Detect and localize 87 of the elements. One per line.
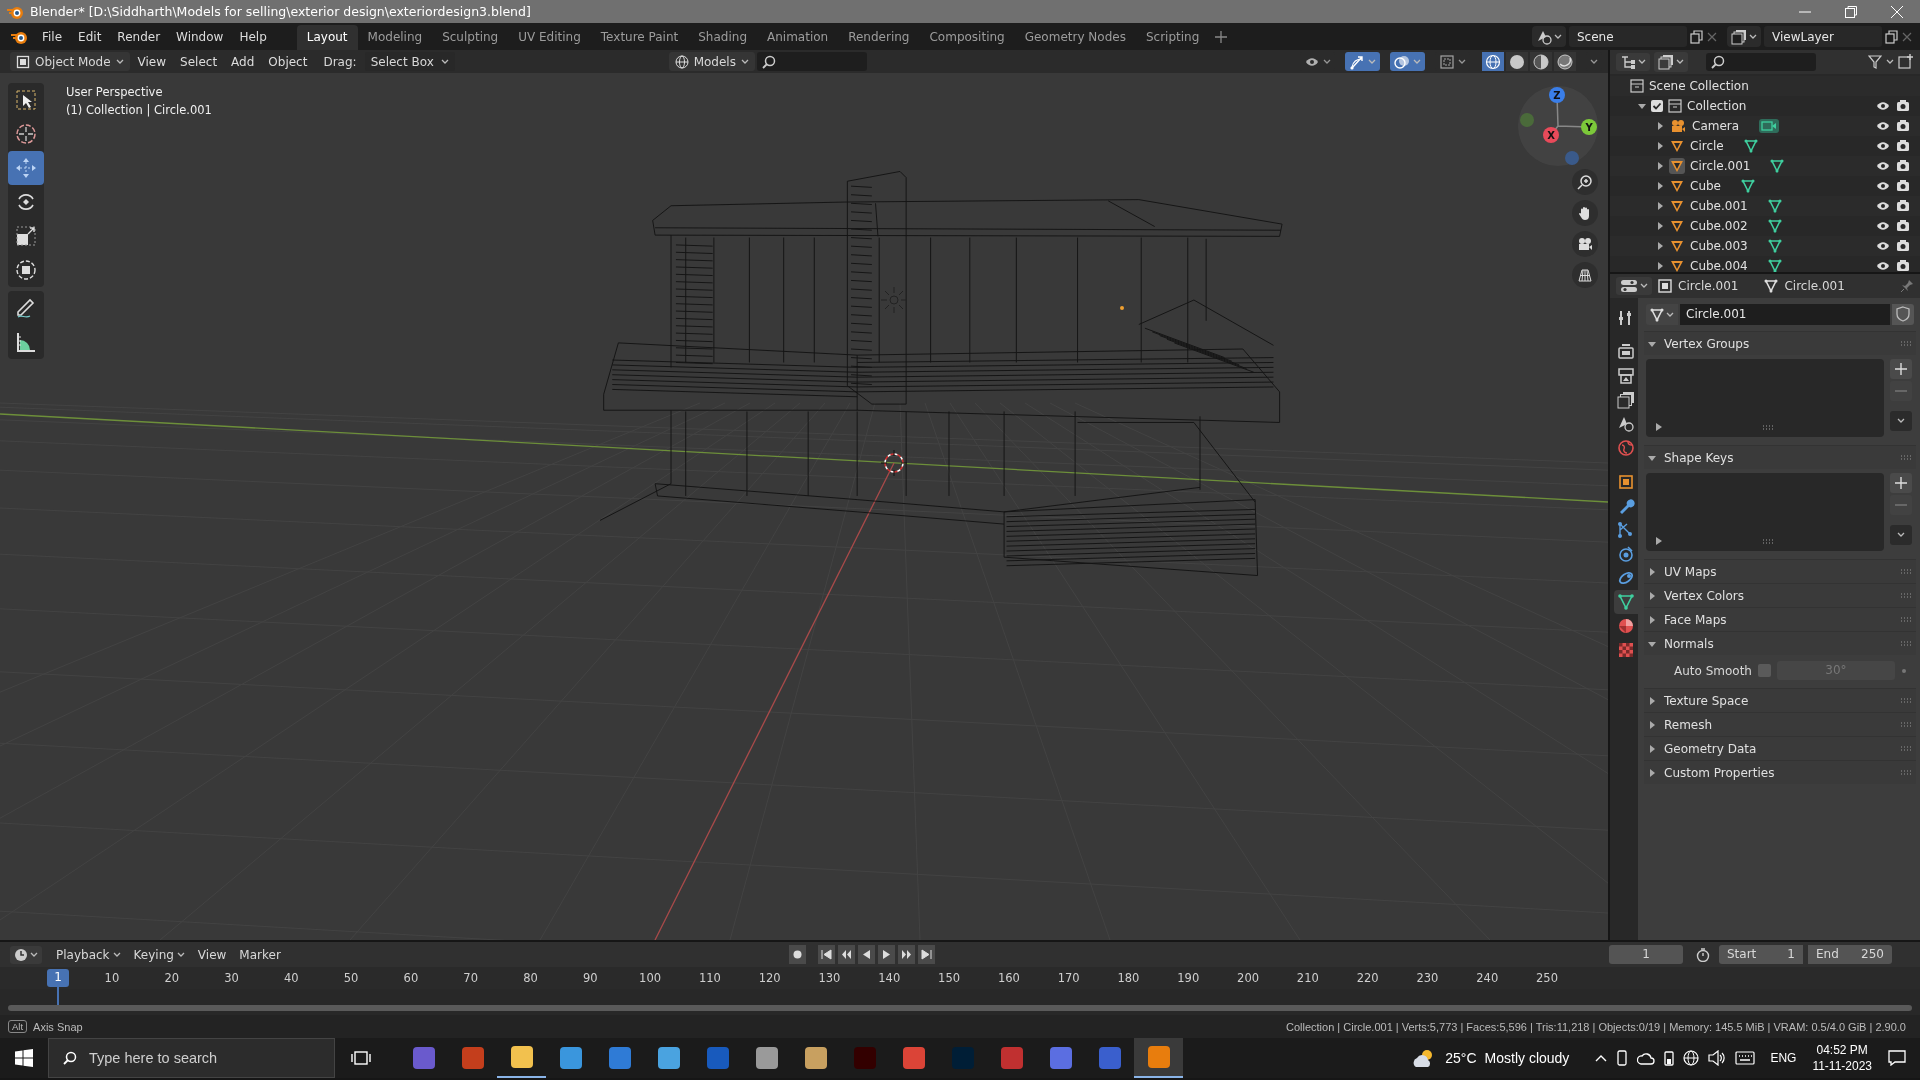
frame-number: 190 [1176,971,1201,985]
playhead[interactable]: 1 [47,969,69,987]
menu-item[interactable]: Window [168,26,232,47]
frame-number: 10 [103,971,121,985]
drag-dropdown[interactable]: Select Box [364,52,455,71]
object-name: Circle.001 [1678,279,1739,293]
current-frame-field[interactable]: 1 [1609,945,1683,964]
frame-number: 160 [996,971,1021,985]
language-indicator[interactable]: ENG [1770,1051,1797,1065]
y-axis-handle[interactable]: Y [1581,119,1597,135]
workspace-tab[interactable]: Modeling [357,25,433,50]
orientation-dropdown[interactable]: Models [668,52,755,71]
menu-item[interactable]: View [131,52,173,71]
menu-item[interactable]: Select [174,52,224,71]
frame-number: 50 [342,971,360,985]
workspace-tab[interactable]: Shading [688,25,757,50]
menu-item[interactable]: Playback [51,945,126,964]
frame-number: 80 [522,971,539,985]
frame-number: 120 [757,971,782,985]
menu-item[interactable]: Keying [128,945,190,964]
z-axis-handle[interactable]: Z [1549,87,1565,103]
key-hint: Alt [8,1020,28,1033]
workspace-tab[interactable]: Scripting [1135,25,1210,50]
checkbox-label: Auto Smooth [1674,663,1752,678]
menu-item[interactable]: Object [262,52,314,71]
temperature: 25°C [1445,1050,1477,1066]
frame-number: 60 [402,971,420,985]
mode-dropdown[interactable]: Object Mode [10,52,130,71]
menu-item[interactable]: Render [109,26,169,47]
menu-item[interactable]: Add [225,52,261,71]
workspace-tab[interactable]: Sculpting [432,25,509,50]
outliner-item[interactable]: Scene Collection [1649,79,1749,93]
menu-item[interactable]: View [192,945,232,964]
outliner-item[interactable]: Cube.001 [1690,199,1748,213]
frame-number: 210 [1295,971,1320,985]
weather-text: Mostly cloudy [1484,1050,1570,1066]
workspace-tab[interactable]: Rendering [838,25,920,50]
frame-number: 180 [1116,971,1141,985]
frame-number: 70 [462,971,479,985]
frame-number: 20 [163,971,180,985]
frame-number: 30 [223,971,240,985]
menu-item[interactable]: Edit [70,26,110,47]
outliner-item[interactable]: Cube [1690,179,1721,193]
mesh-name: Circle.001 [1784,279,1845,293]
frame-number: 240 [1475,971,1500,985]
outliner-item[interactable]: Circle [1690,139,1724,153]
frame-number: 250 [1535,971,1559,985]
outliner-item[interactable]: Cube.004 [1690,259,1748,272]
menu-item[interactable]: File [34,26,71,47]
frame-number: 130 [817,971,842,985]
scene-statistics: Collection | Circle.001 | Verts:5,773 | Faces:5,596 | Tris:11,218 | Objects:0/19 | Memory: 145.5 MiB | VRAM: 0.5/4.0 GiB | 2.90.0 [1286,1020,1906,1033]
frame-number: 40 [282,971,300,985]
workspace-tab[interactable]: UV Editing [508,25,591,50]
clock[interactable]: 04:52 PM 11-11-2023 [1812,1042,1872,1074]
frame-number: 110 [697,971,722,985]
status-hint: Axis Snap [33,1020,83,1033]
view-name: User Perspective [66,84,164,101]
frame-number: 230 [1415,971,1440,985]
outliner-item[interactable]: Cube.003 [1690,239,1748,253]
outliner-item[interactable]: Collection [1687,99,1747,113]
search-field[interactable]: Type here to search [48,1038,335,1078]
frame-number: 100 [638,971,663,985]
workspace-tab[interactable]: Compositing [919,25,1015,50]
start-frame-field[interactable]: Start 1 [1719,945,1803,964]
workspace-tab[interactable]: Layout [296,25,358,50]
scene-field[interactable]: Scene [1569,26,1687,47]
frame-number: 140 [877,971,902,985]
view-layer-field[interactable]: ViewLayer [1764,26,1882,47]
menu-item[interactable]: Help [231,26,275,47]
frame-number: 220 [1355,971,1380,985]
view-context: (1) Collection | Circle.001 [66,102,212,119]
frame-number: 150 [937,971,962,985]
frame-number: 90 [581,971,599,985]
x-axis-handle[interactable]: X [1543,127,1559,143]
outliner-item[interactable]: Circle.001 [1690,159,1751,173]
workspace-tab[interactable]: Texture Paint [590,25,689,50]
workspace-tab[interactable]: Geometry Nodes [1014,25,1136,50]
frame-number: 170 [1056,971,1081,985]
menu-item[interactable]: Marker [234,945,286,964]
outliner-item[interactable]: Cube.002 [1690,219,1748,233]
frame-number: 200 [1236,971,1260,985]
outliner-item[interactable]: Camera [1692,119,1740,133]
window-title: Blender* [D:\Siddharth\Models for selling\exterior design\exteriordesign3.blend] [30,4,531,19]
end-frame-field[interactable]: End 250 [1808,945,1892,964]
workspace-tab[interactable]: Animation [757,25,839,50]
drag-label: Drag: [323,54,357,69]
mesh-name-field[interactable]: Circle.001 [1680,304,1890,325]
